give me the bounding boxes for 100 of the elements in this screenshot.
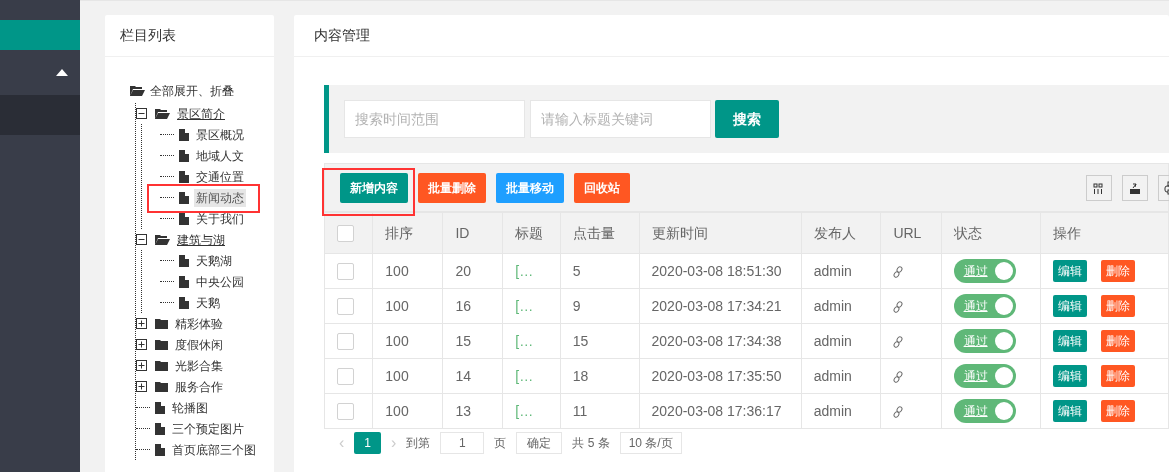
table-cell-text: 2020-03-08 17:34:38 <box>651 332 782 349</box>
folder-icon <box>155 381 168 392</box>
search-button[interactable]: 搜索 <box>715 100 779 138</box>
status-toggle[interactable]: 通过 <box>953 399 1016 423</box>
delete-button[interactable]: 删除 <box>1101 330 1136 352</box>
table-cell-text: 9 <box>572 297 581 314</box>
column-header: 点击量 <box>572 224 615 241</box>
expand-icon[interactable] <box>136 381 147 392</box>
folder-icon <box>155 360 168 371</box>
column-header: 标题 <box>515 224 544 241</box>
checkbox[interactable] <box>337 403 354 421</box>
edit-button[interactable]: 编辑 <box>1053 330 1088 352</box>
edit-button[interactable]: 编辑 <box>1053 260 1088 282</box>
tree-item[interactable]: 服务合作 <box>173 377 225 396</box>
edit-button[interactable]: 编辑 <box>1053 295 1088 317</box>
link-icon[interactable] <box>893 405 904 418</box>
link-icon[interactable] <box>893 300 904 313</box>
caret-up-icon[interactable] <box>56 69 68 76</box>
status-toggle[interactable]: 通过 <box>953 364 1016 388</box>
column-header: 状态 <box>953 224 982 241</box>
status-toggle[interactable]: 通过 <box>953 259 1016 283</box>
tree-item[interactable]: 精彩体验 <box>173 314 225 333</box>
folder-open-icon <box>155 234 170 245</box>
table-cell-text: 13 <box>455 402 471 419</box>
file-icon <box>179 170 189 183</box>
action-button[interactable]: 批量删除 <box>418 172 486 203</box>
table-cell-text: 2020-03-08 18:51:30 <box>651 262 782 279</box>
delete-button[interactable]: 删除 <box>1101 400 1136 422</box>
folder-open-icon <box>155 108 170 119</box>
delete-button[interactable]: 删除 <box>1101 365 1136 387</box>
confirm-button[interactable]: 确定 <box>516 432 563 454</box>
column-header: 发布人 <box>813 224 856 241</box>
delete-button[interactable]: 删除 <box>1101 295 1136 317</box>
tree-item[interactable]: 天鹅 <box>194 293 222 312</box>
page-button[interactable]: 1 <box>354 432 381 454</box>
tree-item[interactable]: 天鹅湖 <box>194 251 234 270</box>
edit-button[interactable]: 编辑 <box>1053 365 1088 387</box>
table-cell-text: admin <box>813 332 852 349</box>
page-size-select[interactable]: 10 条/页 <box>619 432 682 454</box>
table-cell-text: 100 <box>385 332 409 349</box>
file-icon <box>155 401 165 414</box>
table-cell-text: 15 <box>572 332 589 349</box>
search-field[interactable]: 请输入标题关键词 <box>530 100 711 138</box>
table-cell-text: 20 <box>455 262 471 279</box>
tree-item[interactable]: 中央公园 <box>194 272 246 291</box>
tree-item[interactable]: 三个预定图片 <box>170 419 246 438</box>
tree-item[interactable]: 新闻动态 <box>194 188 246 207</box>
tree-item[interactable]: 景区简介 <box>175 104 227 123</box>
panel-title: 内容管理 <box>294 15 1169 57</box>
link-icon[interactable] <box>893 265 904 278</box>
file-icon <box>179 212 189 225</box>
toolbar-export-button[interactable] <box>1122 174 1148 201</box>
tree-item[interactable]: 光影合集 <box>173 356 225 375</box>
action-button[interactable]: 新增内容 <box>340 172 408 203</box>
status-toggle[interactable]: 通过 <box>953 329 1016 353</box>
collapse-icon[interactable] <box>136 234 147 245</box>
file-icon <box>155 422 165 435</box>
edit-button[interactable]: 编辑 <box>1053 400 1088 422</box>
tree-item[interactable]: 关于我们 <box>194 209 246 228</box>
expand-icon[interactable] <box>136 360 147 371</box>
tree-item[interactable]: 交通位置 <box>194 167 246 186</box>
panel-title: 栏目列表 <box>105 15 274 57</box>
link-icon[interactable] <box>893 335 904 348</box>
tree-item[interactable]: 度假休闲 <box>173 335 225 354</box>
expand-icon[interactable] <box>136 318 147 329</box>
table-cell-text: 100 <box>385 367 409 384</box>
action-button[interactable]: 回收站 <box>574 172 630 203</box>
checkbox[interactable] <box>337 298 354 316</box>
tree-item[interactable]: 轮播图 <box>170 398 210 417</box>
checkbox[interactable] <box>337 263 354 281</box>
title-link[interactable]: [… <box>515 367 534 384</box>
status-toggle[interactable]: 通过 <box>953 294 1016 318</box>
expand-icon[interactable] <box>136 339 147 350</box>
column-header: 排序 <box>385 224 414 241</box>
tree-item[interactable]: 景区概况 <box>194 125 246 144</box>
delete-button[interactable]: 删除 <box>1101 260 1136 282</box>
file-icon <box>155 443 165 456</box>
table-cell-text: 11 <box>572 402 588 419</box>
expand-collapse-link[interactable]: 全部展开、折叠 <box>150 81 234 100</box>
checkbox[interactable] <box>337 333 354 351</box>
page-input[interactable]: 1 <box>440 432 485 454</box>
title-link[interactable]: [… <box>515 262 534 279</box>
file-icon <box>179 128 189 141</box>
toolbar-columns-button[interactable] <box>1086 174 1112 201</box>
title-link[interactable]: [… <box>515 332 534 349</box>
file-icon <box>179 296 189 309</box>
tree-item[interactable]: 首页底部三个图 <box>170 440 258 459</box>
collapse-icon[interactable] <box>136 108 147 119</box>
tree-item[interactable]: 地域人文 <box>194 146 246 165</box>
checkbox[interactable] <box>337 225 354 243</box>
column-header: 更新时间 <box>651 224 708 241</box>
tree-item[interactable]: 建筑与湖 <box>175 230 227 249</box>
link-icon[interactable] <box>893 370 904 383</box>
checkbox[interactable] <box>337 368 354 386</box>
action-button[interactable]: 批量移动 <box>496 172 564 203</box>
search-field[interactable]: 搜索时间范围 <box>344 100 525 138</box>
title-link[interactable]: [… <box>515 402 534 419</box>
file-icon <box>179 149 189 162</box>
pager-total: 共 5 条 <box>572 435 610 452</box>
title-link[interactable]: [… <box>515 297 534 314</box>
